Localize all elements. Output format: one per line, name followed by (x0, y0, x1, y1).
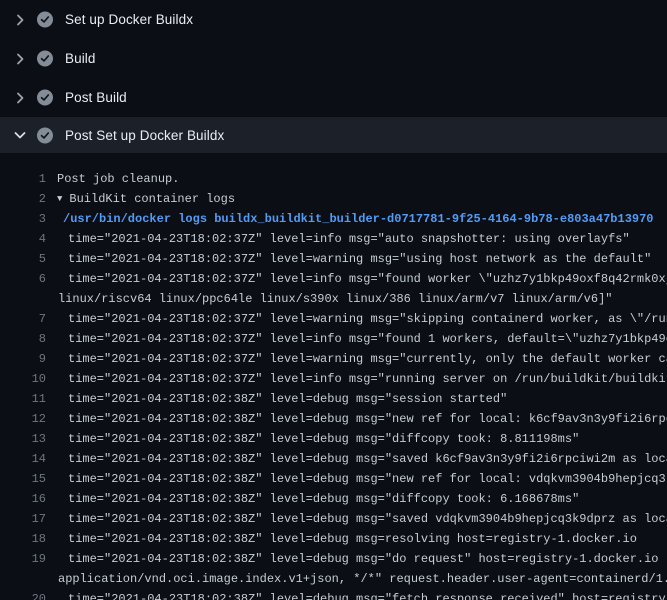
step-list: Set up Docker Buildx Build Post Build Po… (0, 0, 667, 153)
actions-log-viewer: Set up Docker Buildx Build Post Build Po… (0, 0, 667, 600)
log-line: 13 time="2021-04-23T18:02:38Z" level=deb… (0, 429, 667, 449)
step-title: Set up Docker Buildx (65, 12, 193, 27)
log-line: 19 time="2021-04-23T18:02:38Z" level=deb… (0, 549, 667, 569)
log-line-text: time="2021-04-23T18:02:37Z" level=warnin… (57, 309, 667, 329)
log-line: 8 time="2021-04-23T18:02:37Z" level=info… (0, 329, 667, 349)
log-line-number[interactable]: 20 (0, 589, 46, 600)
log-line-text: time="2021-04-23T18:02:38Z" level=debug … (57, 489, 579, 509)
log-line-number[interactable]: 5 (0, 249, 46, 269)
log-line-number[interactable]: 9 (0, 349, 46, 369)
log-line-text: time="2021-04-23T18:02:37Z" level=info m… (57, 269, 667, 289)
log-line-number[interactable] (0, 569, 46, 589)
check-circle-icon (37, 127, 53, 143)
log-line-number[interactable]: 19 (0, 549, 46, 569)
log-line: 18 time="2021-04-23T18:02:38Z" level=deb… (0, 529, 667, 549)
log-line-text: time="2021-04-23T18:02:38Z" level=debug … (57, 549, 667, 569)
log-line-text: time="2021-04-23T18:02:37Z" level=warnin… (57, 249, 651, 269)
step-title: Post Set up Docker Buildx (65, 128, 224, 143)
log-line-text: time="2021-04-23T18:02:37Z" level=info m… (57, 229, 630, 249)
log-line-number[interactable]: 7 (0, 309, 46, 329)
log-line: 7 time="2021-04-23T18:02:37Z" level=warn… (0, 309, 667, 329)
step-header-build[interactable]: Build (0, 39, 667, 78)
step-header-post-build[interactable]: Post Build (0, 78, 667, 117)
log-line-text: time="2021-04-23T18:02:38Z" level=debug … (57, 449, 667, 469)
log-line-text: time="2021-04-23T18:02:38Z" level=debug … (57, 509, 667, 529)
log-line: 5 time="2021-04-23T18:02:37Z" level=warn… (0, 249, 667, 269)
log-line: application/vnd.oci.image.index.v1+json,… (0, 569, 667, 589)
log-area: 1 Post job cleanup. 2 ▼ BuildKit containe… (0, 153, 667, 600)
log-line-number[interactable]: 15 (0, 469, 46, 489)
log-line: 6 time="2021-04-23T18:02:37Z" level=info… (0, 269, 667, 289)
log-line-text: linux/riscv64 linux/ppc64le linux/s390x … (57, 289, 613, 309)
log-line: 1 Post job cleanup. (0, 169, 667, 189)
log-line-text: ▼ BuildKit container logs (57, 189, 235, 209)
log-line-number[interactable]: 18 (0, 529, 46, 549)
log-line-number[interactable] (0, 289, 46, 309)
log-line: 14 time="2021-04-23T18:02:38Z" level=deb… (0, 449, 667, 469)
log-line: 17 time="2021-04-23T18:02:38Z" level=deb… (0, 509, 667, 529)
step-title: Post Build (65, 90, 127, 105)
group-label[interactable]: BuildKit container logs (69, 192, 235, 206)
log-line-number[interactable]: 11 (0, 389, 46, 409)
log-line-text: time="2021-04-23T18:02:38Z" level=debug … (57, 429, 579, 449)
log-line-number[interactable]: 12 (0, 409, 46, 429)
log-line: 15 time="2021-04-23T18:02:38Z" level=deb… (0, 469, 667, 489)
log-line-number[interactable]: 1 (0, 169, 46, 189)
log-line: 3 /usr/bin/docker logs buildx_buildkit_b… (0, 209, 667, 229)
log-line-number[interactable]: 6 (0, 269, 46, 289)
log-line: 10 time="2021-04-23T18:02:37Z" level=inf… (0, 369, 667, 389)
log-line: 12 time="2021-04-23T18:02:38Z" level=deb… (0, 409, 667, 429)
log-line-text: time="2021-04-23T18:02:37Z" level=warnin… (57, 349, 667, 369)
log-line-text: time="2021-04-23T18:02:38Z" level=debug … (57, 389, 507, 409)
step-header-post-set-up-docker-buildx[interactable]: Post Set up Docker Buildx (0, 117, 667, 153)
log-line: 2 ▼ BuildKit container logs (0, 189, 667, 209)
step-title: Build (65, 51, 96, 66)
log-line: 4 time="2021-04-23T18:02:37Z" level=info… (0, 229, 667, 249)
log-line-text: Post job cleanup. (57, 169, 179, 189)
log-line-text: time="2021-04-23T18:02:37Z" level=info m… (57, 369, 667, 389)
log-line-number[interactable]: 16 (0, 489, 46, 509)
log-line-number[interactable]: 3 (0, 209, 46, 229)
chevron-right-icon (12, 12, 28, 28)
log-line-number[interactable]: 10 (0, 369, 46, 389)
log-line-number[interactable]: 4 (0, 229, 46, 249)
log-line: 16 time="2021-04-23T18:02:38Z" level=deb… (0, 489, 667, 509)
group-toggle-icon[interactable]: ▼ (57, 189, 62, 209)
log-line-number[interactable]: 13 (0, 429, 46, 449)
log-line-number[interactable]: 14 (0, 449, 46, 469)
chevron-down-icon (12, 127, 28, 143)
chevron-right-icon (12, 51, 28, 67)
log-line: 11 time="2021-04-23T18:02:38Z" level=deb… (0, 389, 667, 409)
log-line-number[interactable]: 17 (0, 509, 46, 529)
log-line: linux/riscv64 linux/ppc64le linux/s390x … (0, 289, 667, 309)
log-line-text: time="2021-04-23T18:02:38Z" level=debug … (57, 589, 667, 600)
log-line-number[interactable]: 2 (0, 189, 46, 209)
step-header-set-up-docker-buildx[interactable]: Set up Docker Buildx (0, 0, 667, 39)
check-circle-icon (37, 51, 53, 67)
log-line-text: time="2021-04-23T18:02:37Z" level=info m… (57, 329, 667, 349)
log-line-number[interactable]: 8 (0, 329, 46, 349)
chevron-right-icon (12, 90, 28, 106)
check-circle-icon (37, 90, 53, 106)
log-line: 20 time="2021-04-23T18:02:38Z" level=deb… (0, 589, 667, 600)
log-line: 9 time="2021-04-23T18:02:37Z" level=warn… (0, 349, 667, 369)
log-line-text: time="2021-04-23T18:02:38Z" level=debug … (57, 409, 667, 429)
log-line-text: time="2021-04-23T18:02:38Z" level=debug … (57, 469, 667, 489)
log-line-text: /usr/bin/docker logs buildx_buildkit_bui… (57, 209, 654, 229)
log-line-text: application/vnd.oci.image.index.v1+json,… (57, 569, 667, 589)
check-circle-icon (37, 12, 53, 28)
log-line-text: time="2021-04-23T18:02:38Z" level=debug … (57, 529, 637, 549)
